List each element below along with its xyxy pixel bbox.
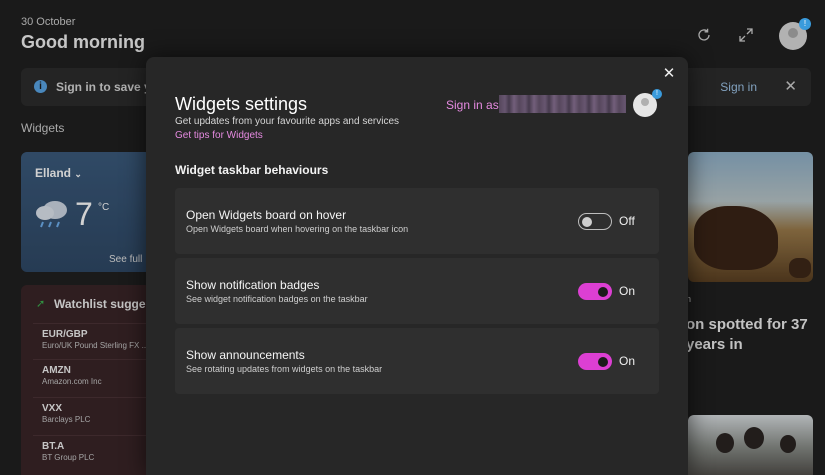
setting-description: See rotating updates from widgets on the…	[186, 364, 383, 374]
widgets-settings-dialog: ✕ Widgets settings Get updates from your…	[146, 57, 688, 475]
setting-notification-badges[interactable]: Show notification badges See widget noti…	[175, 258, 659, 324]
dialog-title: Widgets settings	[175, 94, 308, 114]
badges-toggle[interactable]	[578, 283, 612, 300]
setting-announcements[interactable]: Show announcements See rotating updates …	[175, 328, 659, 394]
notification-badge: !	[799, 18, 811, 30]
setting-open-on-hover[interactable]: Open Widgets board on hover Open Widgets…	[175, 188, 659, 254]
setting-label: Open Widgets board on hover	[186, 208, 347, 222]
toggle-state: On	[619, 284, 636, 298]
setting-description: Open Widgets board when hovering on the …	[186, 224, 409, 234]
setting-description: See widget notification badges on the ta…	[186, 294, 368, 304]
close-icon[interactable]: ✕	[660, 65, 678, 83]
redacted-account	[499, 95, 626, 113]
hover-toggle[interactable]	[578, 213, 612, 230]
section-title: Widget taskbar behaviours	[175, 163, 329, 177]
dialog-subtitle: Get updates from your favourite apps and…	[175, 116, 400, 127]
setting-label: Show announcements	[186, 348, 305, 362]
toggle-state: Off	[619, 214, 635, 228]
tips-link[interactable]: Get tips for Widgets	[175, 130, 263, 141]
setting-label: Show notification badges	[186, 278, 320, 292]
notification-badge: !	[652, 89, 662, 99]
toggle-state: On	[619, 354, 636, 368]
sign-in-as-link[interactable]: Sign in as	[446, 98, 499, 112]
announcements-toggle[interactable]	[578, 353, 612, 370]
